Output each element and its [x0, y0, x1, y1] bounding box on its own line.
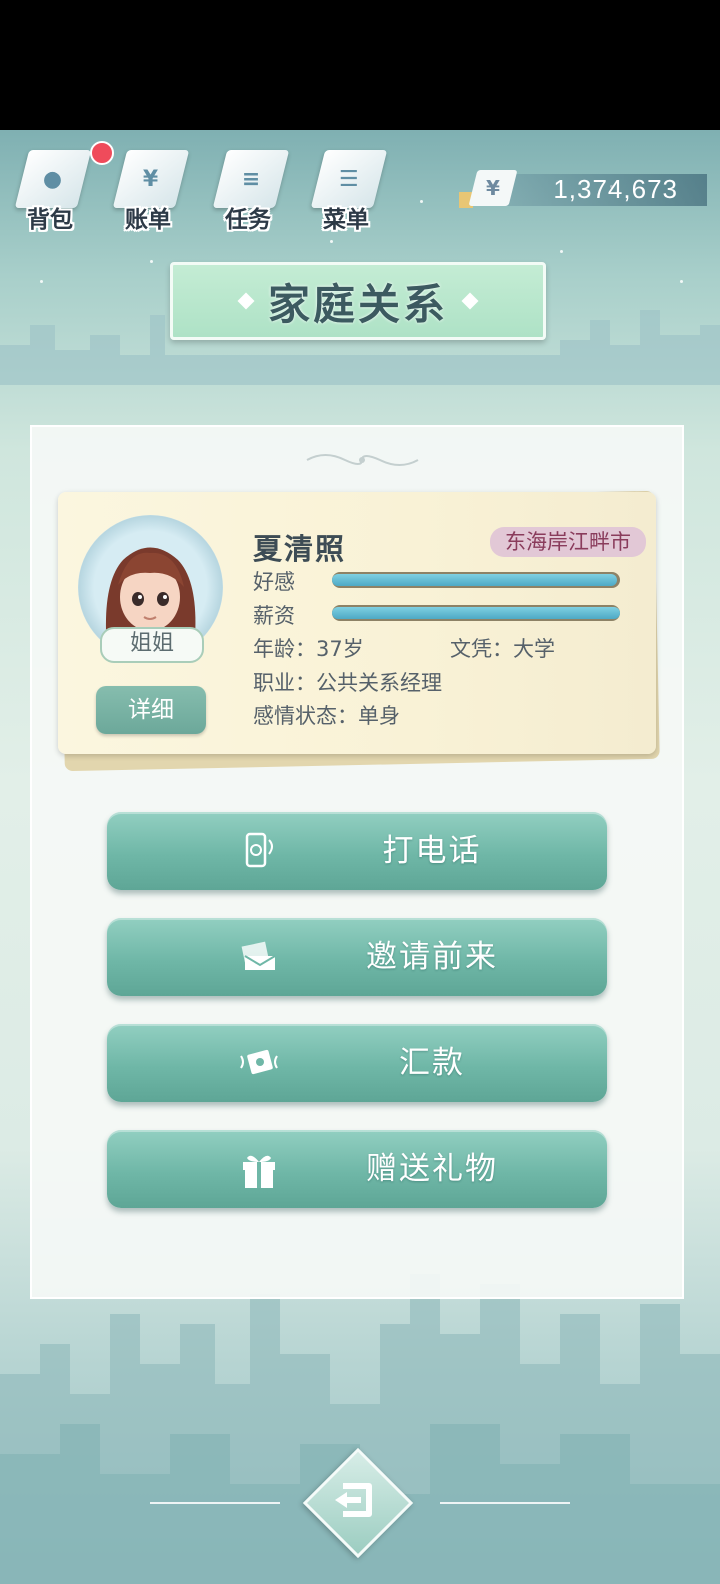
detail-button[interactable]: 详细 — [96, 686, 206, 734]
toolbar-task[interactable]: ≡ 任务 — [208, 140, 290, 235]
toolbar-menu[interactable]: ☰ 菜单 — [306, 140, 388, 235]
back-arrow-icon — [335, 1483, 372, 1517]
toolbar-bill[interactable]: ¥ 账单 — [108, 140, 190, 235]
salary-bar — [332, 605, 620, 621]
toolbar-task-label: 任务 — [225, 207, 271, 233]
diamond-icon — [461, 292, 479, 310]
age-info: 年龄：37岁 — [253, 637, 364, 661]
profile-name: 夏清照 — [253, 532, 347, 566]
toolbar-backpack[interactable]: ● 背包 — [10, 140, 92, 235]
favor-bar-fill — [332, 574, 617, 586]
transfer-button[interactable]: 汇款 — [107, 1024, 607, 1102]
toolbar-menu-label: 菜单 — [323, 207, 369, 233]
salary-label: 薪资 — [253, 604, 295, 628]
diamond-icon — [237, 292, 255, 310]
ornament-icon — [306, 454, 419, 466]
call-button-label: 打电话 — [382, 833, 482, 869]
favor-bar — [332, 572, 620, 588]
relationship-status: 感情状态：单身 — [253, 704, 400, 728]
money-amount: 1,374,673 — [553, 174, 678, 204]
decor-line-left — [150, 1502, 280, 1504]
toolbar-backpack-label: 背包 — [27, 207, 73, 233]
toolbar-bill-label: 账单 — [125, 207, 171, 233]
relation-tag: 姐姐 — [100, 627, 204, 663]
call-button[interactable]: 打电话 — [107, 812, 607, 890]
job-info: 职业：公共关系经理 — [253, 671, 442, 695]
invite-button-label: 邀请前来 — [366, 939, 498, 975]
page-title-banner: 家庭关系 — [170, 262, 546, 340]
location-badge: 东海岸江畔市 — [490, 527, 646, 557]
back-button[interactable] — [302, 1447, 414, 1559]
gift-button[interactable]: 赠送礼物 — [107, 1130, 607, 1208]
invite-button[interactable]: 邀请前来 — [107, 918, 607, 996]
money-display: ¥ 1,374,673 — [459, 170, 710, 210]
education-info: 文凭：大学 — [450, 637, 555, 661]
transfer-button-label: 汇款 — [399, 1045, 465, 1081]
gift-button-label: 赠送礼物 — [366, 1151, 498, 1187]
favor-label: 好感 — [253, 570, 295, 594]
page-title: 家庭关系 — [267, 279, 448, 329]
decor-line-right — [440, 1502, 570, 1504]
status-bar — [0, 0, 720, 130]
salary-bar-fill — [332, 607, 620, 619]
